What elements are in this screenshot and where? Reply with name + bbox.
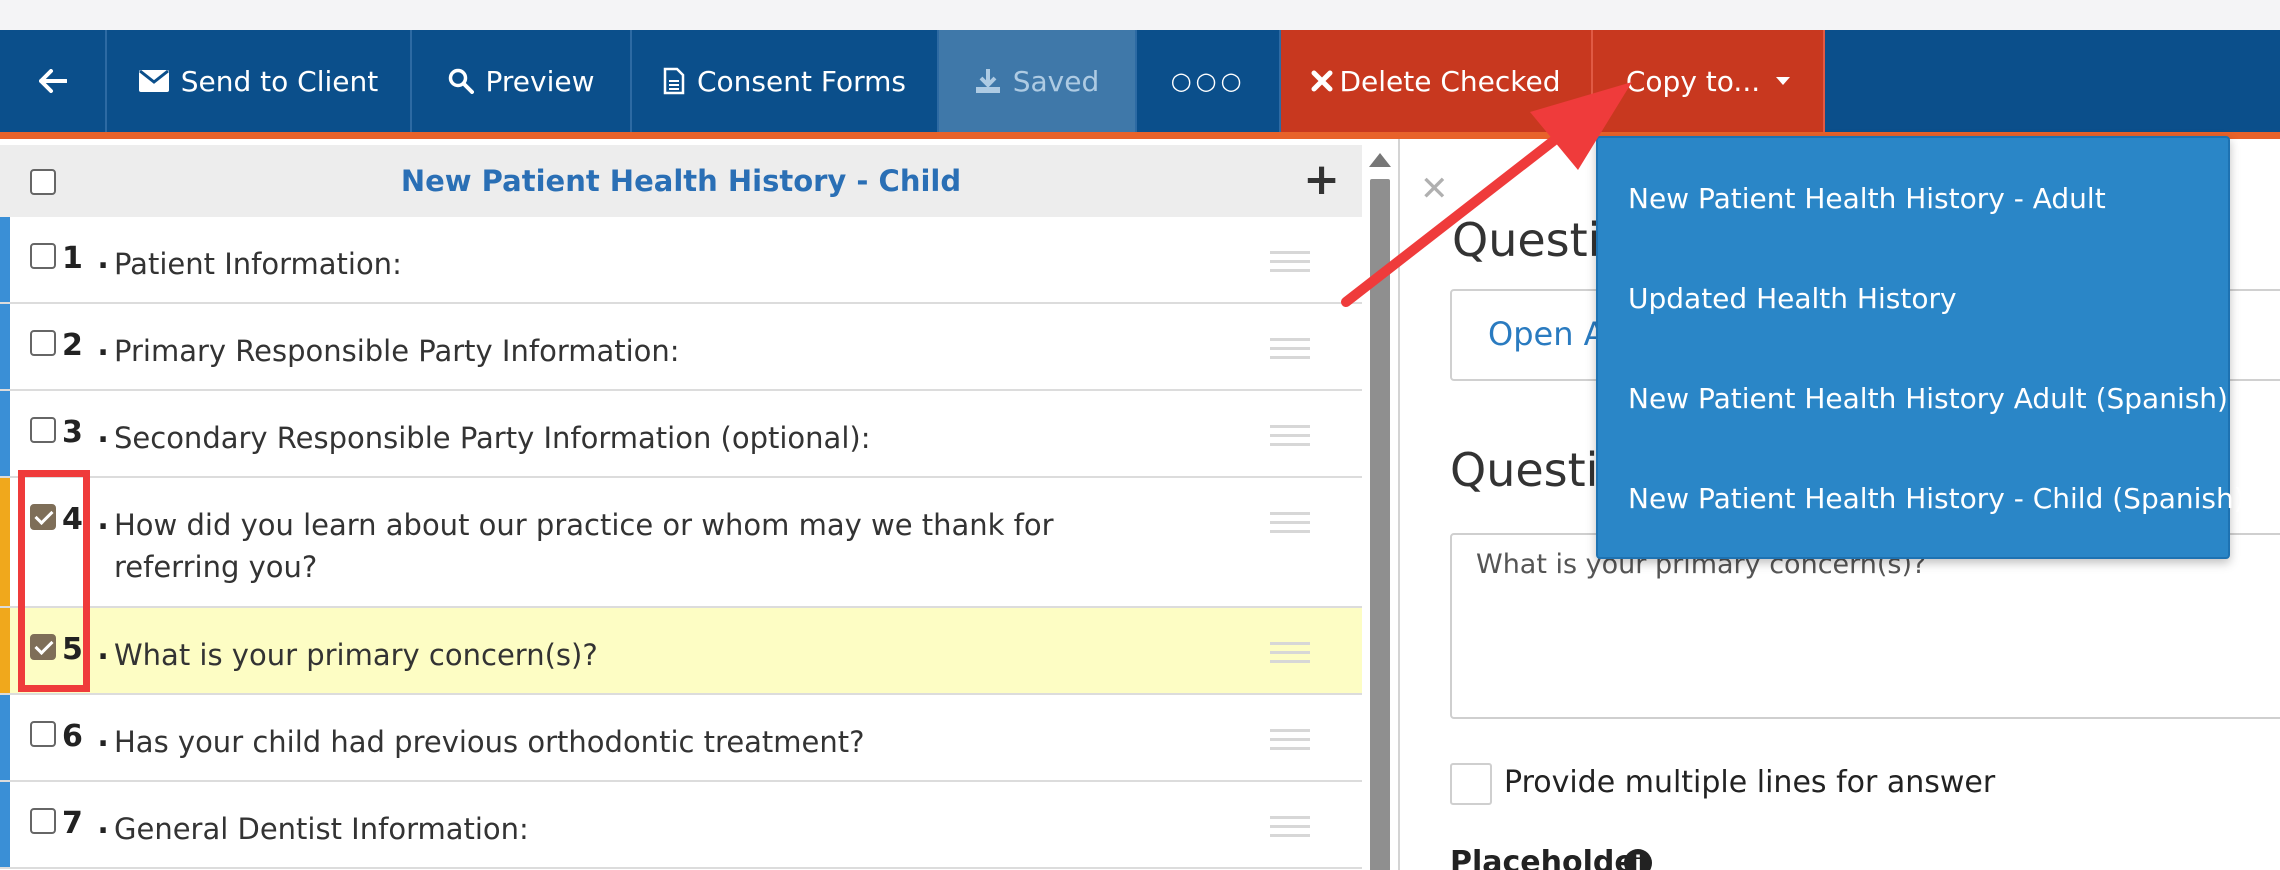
question-rows: 1 . Patient Information: 2 . Primary Res… <box>0 217 1362 869</box>
window-top-strip <box>0 0 2280 30</box>
send-to-client-label: Send to Client <box>180 64 379 98</box>
saved-button[interactable]: Saved <box>939 30 1137 132</box>
form-header: New Patient Health History - Child + <box>0 145 1362 217</box>
menu-item-copy-target[interactable]: New Patient Health History Adult (Spanis… <box>1628 382 2228 415</box>
copy-to-dropdown-menu: New Patient Health History - Adult Updat… <box>1596 136 2245 559</box>
toolbar: Send to Client Preview Consent Forms Sav… <box>0 30 2280 132</box>
question-number: 7 . <box>62 806 111 841</box>
search-icon <box>448 68 474 94</box>
question-text: How did you learn about our practice or … <box>114 508 1054 584</box>
drag-handle-icon[interactable] <box>1270 512 1310 539</box>
question-checkbox[interactable] <box>30 721 56 747</box>
question-number: 3 . <box>62 415 111 450</box>
list-scrollbar[interactable] <box>1362 139 1398 870</box>
question-row[interactable]: 4 . How did you learn about our practice… <box>0 478 1362 608</box>
saved-label: Saved <box>1012 64 1100 98</box>
question-number: 2 . <box>62 328 111 363</box>
multiple-lines-checkbox[interactable] <box>1450 763 1492 805</box>
question-text: Patient Information: <box>114 247 402 281</box>
question-text: Has your child had previous orthodontic … <box>114 725 865 759</box>
question-text-field[interactable]: What is your primary concern(s)? <box>1450 533 2280 719</box>
question-row[interactable]: 2 . Primary Responsible Party Informatio… <box>0 304 1362 391</box>
add-question-button[interactable]: + <box>1303 155 1340 205</box>
send-to-client-button[interactable]: Send to Client <box>107 30 412 132</box>
copy-to-button[interactable]: Copy to... <box>1593 30 1825 132</box>
drag-handle-icon[interactable] <box>1270 338 1310 365</box>
preview-button[interactable]: Preview <box>412 30 632 132</box>
row-accent-bar <box>0 217 10 302</box>
question-row[interactable]: 7 . General Dentist Information: <box>0 782 1362 869</box>
multiple-lines-label: Provide multiple lines for answer <box>1504 765 1996 800</box>
question-list-panel: New Patient Health History - Child + 1 .… <box>0 139 1362 870</box>
question-row[interactable]: 3 . Secondary Responsible Party Informat… <box>0 391 1362 478</box>
consent-forms-label: Consent Forms <box>697 64 906 98</box>
question-text: What is your primary concern(s)? <box>114 638 598 672</box>
row-accent-bar <box>0 608 10 693</box>
chevron-down-icon <box>1776 77 1791 85</box>
menu-item-copy-target[interactable]: New Patient Health History - Adult <box>1628 182 2106 215</box>
more-options-button[interactable]: ○○○ <box>1137 30 1281 132</box>
envelope-icon <box>138 70 169 92</box>
question-number: 1 . <box>62 241 111 276</box>
question-checkbox[interactable] <box>30 808 56 834</box>
document-icon <box>663 67 685 95</box>
download-icon <box>975 69 1000 93</box>
drag-handle-icon[interactable] <box>1270 425 1310 452</box>
question-text: General Dentist Information: <box>114 812 529 846</box>
question-row-selected[interactable]: 5 . What is your primary concern(s)? <box>0 608 1362 695</box>
menu-item-copy-target[interactable]: New Patient Health History - Child (Span… <box>1628 482 2245 515</box>
question-checkbox[interactable] <box>30 417 56 443</box>
back-button[interactable] <box>0 30 107 132</box>
more-options-label: ○○○ <box>1170 67 1246 95</box>
row-accent-bar <box>0 782 10 867</box>
row-accent-bar <box>0 391 10 476</box>
menu-item-copy-target[interactable]: Updated Health History <box>1628 282 1957 315</box>
question-type-value: Open A <box>1488 315 1606 353</box>
preview-label: Preview <box>485 64 595 98</box>
row-accent-bar <box>0 304 10 389</box>
drag-handle-icon[interactable] <box>1270 251 1310 278</box>
annotation-highlight-box <box>18 470 90 692</box>
placeholder-label: Placeholder <box>1450 845 1650 870</box>
question-row[interactable]: 6 . Has your child had previous orthodon… <box>0 695 1362 782</box>
drag-handle-icon[interactable] <box>1270 729 1310 756</box>
close-icon <box>1311 70 1333 92</box>
copy-to-label: Copy to... <box>1625 64 1761 98</box>
question-text: Primary Responsible Party Information: <box>114 334 680 368</box>
arrow-left-icon <box>38 69 67 93</box>
consent-forms-button[interactable]: Consent Forms <box>632 30 939 132</box>
form-title: New Patient Health History - Child <box>400 164 962 198</box>
drag-handle-icon[interactable] <box>1270 642 1310 669</box>
question-text: Secondary Responsible Party Information … <box>114 421 871 455</box>
drag-handle-icon[interactable] <box>1270 816 1310 843</box>
question-checkbox[interactable] <box>30 330 56 356</box>
question-checkbox[interactable] <box>30 243 56 269</box>
close-icon[interactable]: ✕ <box>1420 169 1449 209</box>
info-icon[interactable]: i <box>1624 849 1652 870</box>
row-accent-bar <box>0 478 10 606</box>
question-number: 6 . <box>62 719 111 754</box>
delete-checked-button[interactable]: Delete Checked <box>1281 30 1593 132</box>
delete-checked-label: Delete Checked <box>1339 64 1561 98</box>
scroll-up-icon[interactable] <box>1369 153 1391 167</box>
question-row[interactable]: 1 . Patient Information: <box>0 217 1362 304</box>
row-accent-bar <box>0 695 10 780</box>
scrollbar-thumb[interactable] <box>1370 179 1390 870</box>
